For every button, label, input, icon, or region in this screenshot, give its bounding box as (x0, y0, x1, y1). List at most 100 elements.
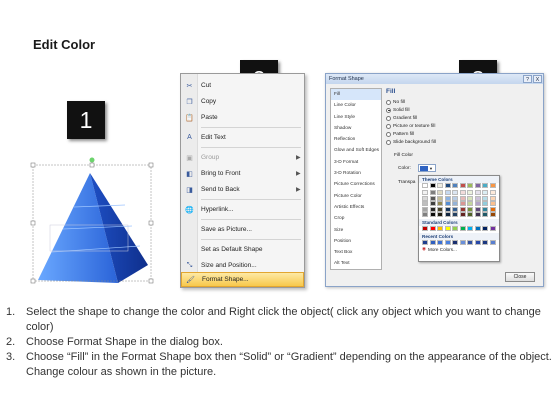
color-swatch[interactable] (444, 183, 451, 188)
menu-item-group[interactable]: ▣ Group ▶ (181, 150, 304, 165)
color-swatch[interactable] (437, 201, 443, 206)
menu-item-format-shape[interactable]: 🖌 Format Shape... (181, 272, 304, 287)
color-swatch[interactable] (489, 195, 496, 201)
color-swatch[interactable] (459, 226, 466, 231)
color-swatch[interactable] (467, 206, 473, 212)
pyramid-shape[interactable] (30, 155, 160, 285)
color-swatch[interactable] (429, 201, 436, 206)
color-swatch[interactable] (422, 183, 428, 188)
color-swatch[interactable] (474, 226, 481, 231)
menu-item-send-to-back[interactable]: ◨ Send to Back ▶ (181, 182, 304, 197)
color-swatch[interactable] (429, 240, 436, 245)
color-swatch[interactable] (422, 240, 428, 245)
color-swatch[interactable] (467, 190, 473, 195)
nav-item-3d-rotation[interactable]: 3-D Rotation (331, 168, 381, 179)
color-swatch[interactable] (444, 212, 451, 217)
color-swatch[interactable] (482, 206, 488, 212)
color-swatch[interactable] (459, 212, 466, 217)
color-swatch[interactable] (474, 195, 481, 201)
color-swatch[interactable] (452, 240, 458, 245)
color-swatch[interactable] (437, 195, 443, 201)
color-swatch[interactable] (459, 183, 466, 188)
color-swatch[interactable] (474, 201, 481, 206)
color-swatch[interactable] (452, 183, 458, 188)
color-swatch[interactable] (429, 212, 436, 217)
color-swatch[interactable] (474, 212, 481, 217)
color-swatch[interactable] (429, 195, 436, 201)
menu-item-edit-text[interactable]: A Edit Text (181, 130, 304, 145)
menu-item-copy[interactable]: ❐ Copy (181, 94, 304, 109)
color-swatch[interactable] (429, 226, 436, 231)
color-swatch[interactable] (482, 190, 488, 195)
color-swatch[interactable] (459, 201, 466, 206)
color-swatch[interactable] (467, 195, 473, 201)
radio-solid-fill[interactable]: Solid fill (386, 106, 540, 114)
nav-item-line-color[interactable]: Line Color (331, 100, 381, 111)
radio-gradient-fill[interactable]: Gradient fill (386, 114, 540, 122)
color-swatch[interactable] (482, 183, 488, 188)
help-button[interactable]: ? (523, 75, 532, 83)
nav-item-fill[interactable]: Fill (331, 89, 381, 101)
color-swatch[interactable] (459, 240, 466, 245)
menu-item-set-default-shape[interactable]: Set as Default Shape (181, 242, 304, 257)
color-swatch[interactable] (467, 183, 473, 188)
color-swatch[interactable] (452, 212, 458, 217)
color-swatch[interactable] (489, 226, 496, 231)
nav-item-text-box[interactable]: Text Box (331, 247, 381, 258)
radio-picture-fill[interactable]: Picture or texture fill (386, 122, 540, 130)
color-swatch[interactable] (489, 183, 496, 188)
menu-item-hyperlink[interactable]: 🌐 Hyperlink... (181, 202, 304, 217)
color-swatch[interactable] (422, 206, 428, 212)
color-swatch[interactable] (467, 240, 473, 245)
color-swatch[interactable] (437, 226, 443, 231)
color-swatch[interactable] (444, 206, 451, 212)
color-swatch[interactable] (474, 183, 481, 188)
more-colors-button[interactable]: ◉ More Colors... (419, 245, 499, 253)
color-swatch[interactable] (467, 201, 473, 206)
close-icon[interactable]: X (533, 75, 542, 83)
radio-slide-background-fill[interactable]: Slide background fill (386, 138, 540, 146)
color-swatch[interactable] (452, 201, 458, 206)
color-swatch[interactable] (482, 195, 488, 201)
color-swatch[interactable] (437, 240, 443, 245)
color-swatch[interactable] (429, 190, 436, 195)
color-swatch[interactable] (422, 201, 428, 206)
color-swatch[interactable] (482, 226, 488, 231)
radio-pattern-fill[interactable]: Pattern fill (386, 130, 540, 138)
menu-item-bring-to-front[interactable]: ◧ Bring to Front ▶ (181, 166, 304, 181)
color-swatch[interactable] (459, 206, 466, 212)
color-swatch[interactable] (489, 206, 496, 212)
nav-item-reflection[interactable]: Reflection (331, 134, 381, 145)
color-swatch[interactable] (452, 190, 458, 195)
color-swatch[interactable] (437, 206, 443, 212)
color-swatch[interactable] (422, 212, 428, 217)
color-swatch[interactable] (452, 206, 458, 212)
color-swatch[interactable] (437, 183, 443, 188)
color-swatch[interactable] (444, 201, 451, 206)
color-swatch[interactable] (467, 212, 473, 217)
nav-item-picture-color[interactable]: Picture Color (331, 191, 381, 202)
color-swatch[interactable] (474, 240, 481, 245)
radio-no-fill[interactable]: No fill (386, 98, 540, 106)
nav-item-size[interactable]: Size (331, 225, 381, 236)
nav-item-position[interactable]: Position (331, 236, 381, 247)
color-swatch[interactable] (444, 226, 451, 231)
color-swatch[interactable] (482, 240, 488, 245)
menu-item-size-and-position[interactable]: ⤡ Size and Position... (181, 258, 304, 273)
color-swatch[interactable] (489, 240, 496, 245)
nav-item-picture-corrections[interactable]: Picture Corrections (331, 179, 381, 190)
nav-item-line-style[interactable]: Line Style (331, 112, 381, 123)
color-swatch[interactable] (422, 190, 428, 195)
color-swatch[interactable] (437, 212, 443, 217)
color-swatch[interactable] (429, 183, 436, 188)
nav-item-3d-format[interactable]: 3-D Format (331, 157, 381, 168)
color-swatch[interactable] (482, 212, 488, 217)
nav-item-crop[interactable]: Crop (331, 213, 381, 224)
color-swatch[interactable] (489, 212, 496, 217)
fill-color-dropdown[interactable]: ▼ (418, 164, 436, 172)
color-swatch[interactable] (474, 190, 481, 195)
color-swatch[interactable] (437, 190, 443, 195)
nav-item-shadow[interactable]: Shadow (331, 123, 381, 134)
color-swatch[interactable] (489, 190, 496, 195)
menu-item-save-as-picture[interactable]: Save as Picture... (181, 222, 304, 237)
